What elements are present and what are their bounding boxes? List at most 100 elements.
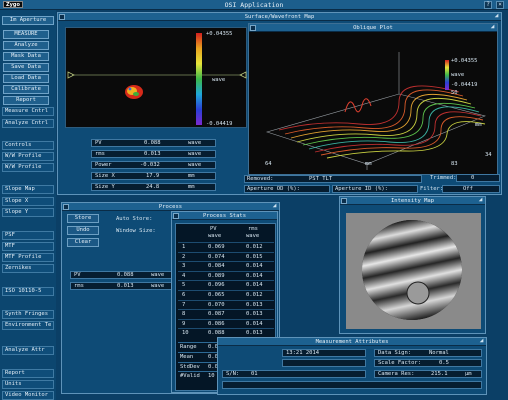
sidebar-item-mask-data[interactable]: Mask Data xyxy=(3,52,49,61)
sidebar-item-zernikes[interactable]: Zernikes xyxy=(2,264,54,273)
stats-cell-pv: 0.088 xyxy=(208,330,225,337)
sidebar-item-environment[interactable]: Environment Te xyxy=(2,321,54,330)
stats-cell-rms: 0.014 xyxy=(246,272,263,279)
stats-cell-n: 3 xyxy=(182,263,186,270)
stats-cell-rms: 0.014 xyxy=(246,320,263,327)
sidebar-item-report-2[interactable]: Report xyxy=(2,369,54,378)
sidebar-item-report[interactable]: Report xyxy=(3,96,49,105)
sidebar-item-measure-cntrl[interactable]: Measure Cntrl xyxy=(2,107,54,116)
intensity-menu-icon[interactable] xyxy=(341,198,347,204)
panel-menu-icon[interactable] xyxy=(59,14,65,20)
sidebar-item-mtf[interactable]: MTF xyxy=(2,242,54,251)
sidebar-item-analyze[interactable]: Analyze xyxy=(3,41,49,50)
sidebar-item-controls[interactable]: Controls xyxy=(2,141,54,150)
process-stats-row: 10 0.088 0.013 xyxy=(178,328,274,336)
window-size-label: Window Size: xyxy=(116,228,156,234)
sidebar-item-psf[interactable]: PSF xyxy=(2,231,54,240)
sidebar-item-measure[interactable]: MEASURE xyxy=(3,30,49,39)
summary-cell-label: Mean xyxy=(180,353,194,360)
stats-cell-rms: 0.013 xyxy=(246,301,263,308)
intensity-title: Intensity Map xyxy=(390,198,435,204)
clear-button[interactable]: Clear xyxy=(67,238,99,247)
oblique-resize-icon[interactable]: ◢ xyxy=(489,24,496,31)
sidebar-item-analyze-cntrl[interactable]: Analyze Cntrl xyxy=(2,119,54,128)
stats-cell-rms: 0.015 xyxy=(246,253,263,260)
removed-field: Removed: PST TLT xyxy=(244,175,422,183)
stats-cell-pv: 0.065 xyxy=(208,292,225,298)
auto-store-label: Auto Store: xyxy=(116,216,153,222)
sidebar-item-ww-profile-2[interactable]: W/W Profile xyxy=(2,163,54,172)
intensity-resize-icon[interactable]: ◢ xyxy=(477,197,484,204)
oblique-x-left: 64 xyxy=(265,161,272,167)
stats-cell-rms: 0.014 xyxy=(246,282,263,289)
process-stats-row: 1 0.069 0.012 xyxy=(178,242,274,250)
sidebar-item-slope-y[interactable]: Slope Y xyxy=(2,208,54,217)
stats-cell-n: 7 xyxy=(182,301,186,308)
stats-cell-pv: 0.070 xyxy=(208,301,225,308)
oblique-min: -0.04419 xyxy=(451,82,478,88)
oblique-x-unit: mm xyxy=(365,161,372,167)
sidebar-item-synth-fringes[interactable]: Synth Fringes xyxy=(2,310,54,319)
oblique-plot-title: Oblique Plot xyxy=(353,25,393,31)
sidebar-item-units[interactable]: Units xyxy=(2,380,54,389)
stats-cell-rms: 0.014 xyxy=(246,263,263,270)
stats-cell-rms: 0.013 xyxy=(246,311,263,318)
sidebar-item-video-monitor[interactable]: Video Monitor xyxy=(2,391,54,400)
process-resize-icon[interactable]: ◢ xyxy=(271,203,278,210)
surface-map-titlebar: Surface/Wavefront Map ◢ xyxy=(58,13,501,21)
intensity-image xyxy=(346,210,481,330)
process-stats-row: 9 0.086 0.014 xyxy=(178,318,274,327)
oblique-z-tick: 50 xyxy=(451,90,458,96)
process-stats-row: 3 0.084 0.014 xyxy=(178,261,274,269)
trimmed-label: Trimmed: xyxy=(430,175,457,181)
stats-cell-pv: 0.074 xyxy=(208,253,225,260)
panel-resize-icon[interactable]: ◢ xyxy=(493,13,500,20)
oblique-plot-panel: Oblique Plot ◢ +0.04355 wave -0.04419 50… xyxy=(248,23,498,175)
sidebar-item-slope-map[interactable]: Slope Map xyxy=(2,185,54,194)
sidebar-item-mtf-profile[interactable]: MTF Profile xyxy=(2,253,54,262)
stats-cell-rms: 0.012 xyxy=(246,244,263,250)
aperture-od-field: Aperture OD (%): xyxy=(244,185,330,193)
oblique-unit: wave xyxy=(451,72,465,78)
sidebar-item-iso-10110[interactable]: ISO 10110-5 xyxy=(2,287,54,296)
stats-cell-n: 2 xyxy=(182,253,186,260)
filter-label: Filter: xyxy=(420,186,444,192)
sidebar-item-ww-profile-1[interactable]: W/W Profile xyxy=(2,152,54,161)
process-stat-pv: PV 0.088 wave xyxy=(70,271,174,279)
window-help-icon[interactable]: ? xyxy=(484,1,492,9)
process-menu-icon[interactable] xyxy=(63,204,69,210)
stats-cell-n: 10 xyxy=(182,330,189,337)
col-rms-header: rms xyxy=(248,226,258,232)
sidebar-item-analyze-attr[interactable]: Analyze Attr xyxy=(2,346,54,355)
filter-field: Off xyxy=(442,185,500,193)
attr-wide-field xyxy=(222,381,482,389)
col-rms-unit: wave xyxy=(246,233,260,239)
attr-data-sign-field: Data Sign: Normal xyxy=(374,349,482,357)
stats-cell-pv: 0.069 xyxy=(208,244,225,250)
undo-button[interactable]: Undo xyxy=(67,226,99,235)
window-close-icon[interactable]: × xyxy=(496,1,504,9)
surface-colorbar-unit: wave xyxy=(212,77,226,83)
attr-camera-res-field: Camera Res: 215.1 µm xyxy=(374,370,482,378)
surface-map-title: Surface/Wavefront Map xyxy=(244,14,315,20)
sidebar-item-im-aperture[interactable]: Im Aperture xyxy=(2,16,54,25)
attributes-resize-icon[interactable]: ◢ xyxy=(478,338,485,345)
process-stats-menu-icon[interactable] xyxy=(173,213,179,219)
sidebar-item-slope-x[interactable]: Slope X xyxy=(2,197,54,206)
summary-cell-pv: 10 xyxy=(208,373,215,380)
stats-cell-rms: 0.013 xyxy=(246,330,263,337)
sidebar-item-calibrate[interactable]: Calibrate xyxy=(3,85,49,94)
process-titlebar: Process ◢ xyxy=(62,203,279,211)
sidebar-item-save-data[interactable]: Save Data xyxy=(3,63,49,72)
attributes-title: Measurement Attributes xyxy=(315,339,389,345)
attributes-titlebar: Measurement Attributes ◢ xyxy=(218,338,486,346)
store-button[interactable]: Store xyxy=(67,214,99,223)
stats-cell-n: 8 xyxy=(182,311,186,318)
intensity-titlebar: Intensity Map ◢ xyxy=(340,197,485,205)
attr-scale-factor-field: Scale Factor: 0.5 xyxy=(374,359,482,367)
oblique-menu-icon[interactable] xyxy=(250,25,256,31)
surface-stat-size-y: Size Y 24.8 mm xyxy=(91,183,216,191)
sidebar-item-load-data[interactable]: Load Data xyxy=(3,74,49,83)
process-stat-rms: rms 0.013 wave xyxy=(70,282,174,290)
summary-cell-label: Range xyxy=(180,344,197,350)
